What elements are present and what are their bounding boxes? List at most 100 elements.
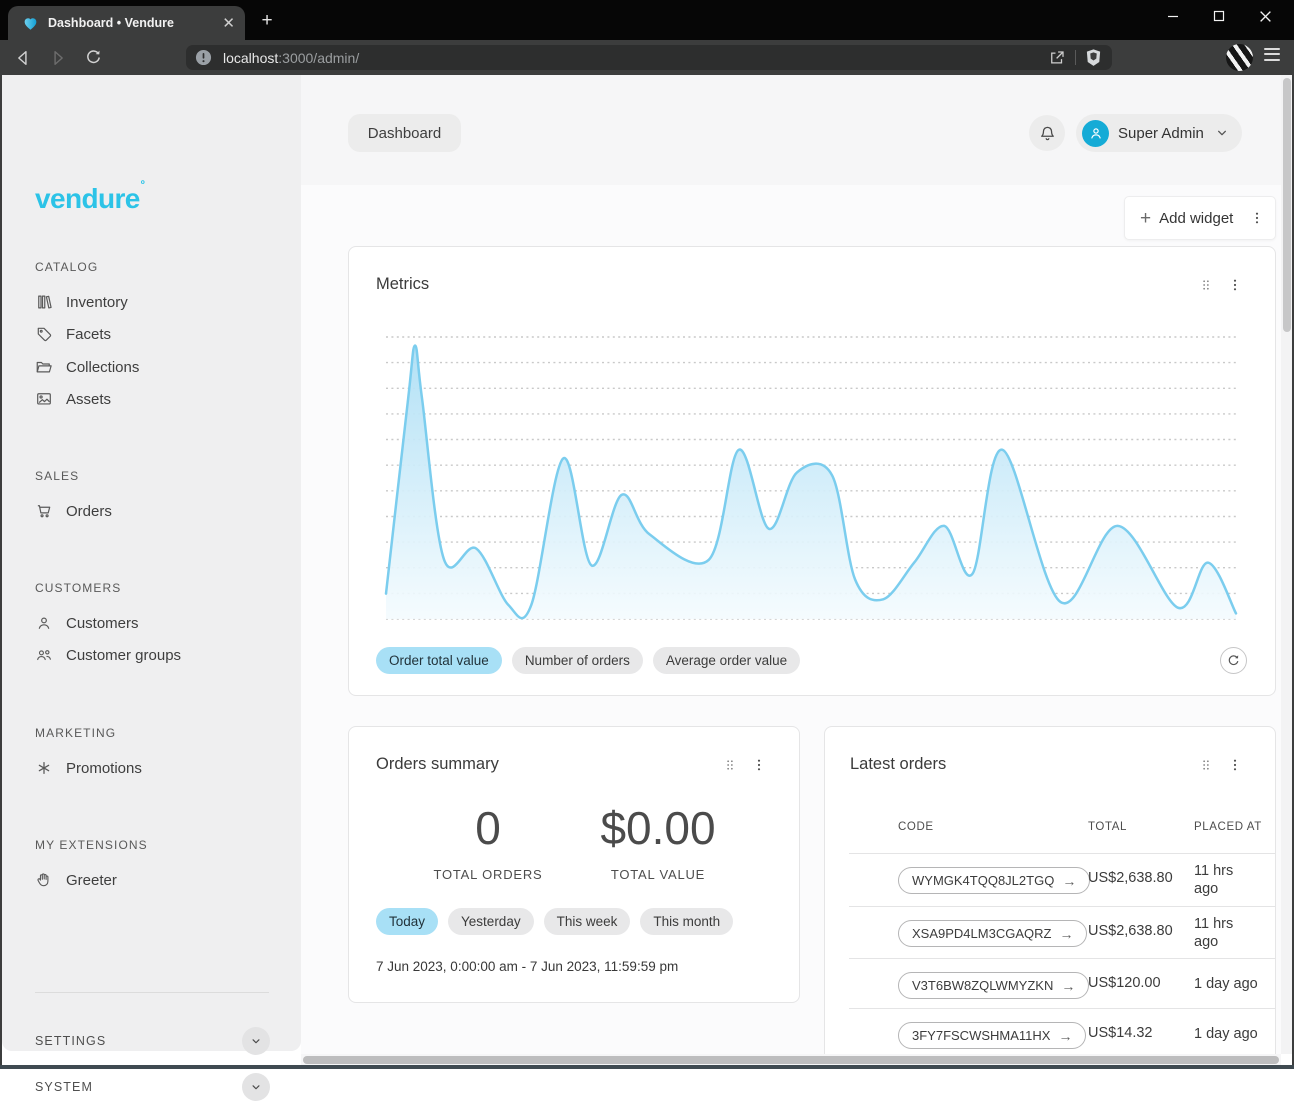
tab-close-icon[interactable]: ✕ (222, 16, 235, 31)
breadcrumb[interactable]: Dashboard (348, 114, 461, 152)
sidebar-section-system[interactable]: SYSTEM (35, 1073, 270, 1101)
reload-button[interactable] (81, 46, 105, 70)
kebab-menu-icon[interactable] (1227, 757, 1243, 773)
arrow-right-icon: → (1062, 873, 1076, 889)
section-label-marketing: MARKETING (35, 726, 116, 740)
widget-title: Latest orders (850, 755, 946, 774)
address-bar[interactable]: localhost:3000/admin/ (186, 45, 1112, 70)
window-maximize-button[interactable] (1213, 10, 1225, 22)
total-orders-stat: 0 TOTAL ORDERS (413, 803, 563, 882)
metric-tab-order-total-value[interactable]: Order total value (376, 647, 502, 674)
kebab-menu-icon[interactable] (1227, 277, 1243, 293)
add-widget-bar: + Add widget (1124, 196, 1276, 240)
sidebar-item-customer-groups[interactable]: Customer groups (35, 643, 181, 667)
metrics-chart (386, 331, 1236, 623)
chevron-down-icon[interactable] (242, 1027, 270, 1055)
section-label-catalog: CATALOG (35, 260, 98, 274)
sidebar-item-label: Customer groups (66, 647, 181, 664)
order-placed-at: 11 hrs ago (1194, 915, 1274, 951)
arrow-right-icon: → (1061, 978, 1075, 994)
sidebar-item-label: Inventory (66, 294, 128, 311)
tag-icon (35, 325, 53, 343)
refresh-icon (1226, 653, 1241, 668)
tab-title: Dashboard • Vendure (48, 16, 222, 30)
browser-tab[interactable]: Dashboard • Vendure ✕ (8, 6, 245, 40)
order-code-button[interactable]: 3FY7FSCWSHMA11HX→ (898, 1022, 1086, 1049)
forward-button[interactable] (46, 46, 70, 70)
kebab-menu-icon[interactable] (1249, 210, 1265, 226)
kebab-menu-icon[interactable] (751, 757, 767, 773)
sidebar-item-label: Orders (66, 503, 112, 520)
sidebar-item-assets[interactable]: Assets (35, 387, 111, 411)
section-label-system: SYSTEM (35, 1080, 93, 1094)
sidebar-item-promotions[interactable]: Promotions (35, 756, 142, 780)
menu-icon[interactable] (1264, 48, 1280, 64)
sidebar-item-inventory[interactable]: Inventory (35, 290, 128, 314)
sidebar-item-customers[interactable]: Customers (35, 611, 139, 635)
sidebar-item-collections[interactable]: Collections (35, 355, 139, 379)
range-chip-yesterday[interactable]: Yesterday (448, 908, 534, 935)
widget-title: Metrics (376, 275, 429, 294)
sidebar: vendure CATALOG Inventory Facets Collect… (2, 75, 301, 1051)
profile-avatar[interactable] (1226, 44, 1253, 71)
column-header-total: TOTAL (1088, 821, 1127, 833)
site-info-icon[interactable] (195, 49, 212, 66)
drag-handle-icon[interactable] (1198, 277, 1214, 293)
metric-tab-number-of-orders[interactable]: Number of orders (512, 647, 643, 674)
section-label-customers: CUSTOMERS (35, 581, 121, 595)
user-icon (35, 614, 53, 632)
window-close-button[interactable] (1259, 10, 1272, 23)
window-edge (0, 1065, 1294, 1069)
sidebar-item-greeter[interactable]: Greeter (35, 868, 117, 892)
user-menu[interactable]: Super Admin (1076, 114, 1242, 152)
browser-tab-strip: Dashboard • Vendure ✕ + (0, 0, 1294, 40)
refresh-button[interactable] (1220, 647, 1247, 674)
arrow-right-icon: → (1058, 1028, 1072, 1044)
back-button[interactable] (11, 46, 35, 70)
sidebar-item-label: Assets (66, 391, 111, 408)
add-widget-button[interactable]: Add widget (1159, 210, 1241, 227)
toolbar-separator (1075, 50, 1076, 65)
vendure-logo: vendure (35, 179, 144, 215)
range-chip-this-week[interactable]: This week (544, 908, 631, 935)
image-icon (35, 390, 53, 408)
date-range-text: 7 Jun 2023, 0:00:00 am - 7 Jun 2023, 11:… (376, 959, 678, 974)
vendure-favicon (22, 15, 39, 31)
vertical-scrollbar-thumb[interactable] (1283, 78, 1291, 332)
order-total: US$120.00 (1088, 975, 1161, 991)
chevron-down-icon[interactable] (242, 1073, 270, 1101)
order-placed-at: 11 hrs ago (1194, 862, 1274, 898)
sidebar-item-facets[interactable]: Facets (35, 322, 111, 346)
drag-handle-icon[interactable] (722, 757, 738, 773)
window-minimize-button[interactable] (1167, 10, 1179, 22)
table-row: V3T6BW8ZQLWMYZKN→ US$120.00 1 day ago (825, 959, 1276, 1011)
sidebar-item-label: Promotions (66, 760, 142, 777)
metrics-widget: Metrics Order total value Number of orde… (348, 246, 1276, 696)
sidebar-divider (35, 992, 269, 993)
column-header-placed-at: PLACED AT (1194, 821, 1262, 833)
sidebar-item-orders[interactable]: Orders (35, 499, 112, 523)
sidebar-item-label: Collections (66, 359, 139, 376)
new-tab-button[interactable]: + (258, 12, 276, 30)
share-icon[interactable] (1048, 49, 1066, 67)
order-code-button[interactable]: V3T6BW8ZQLWMYZKN→ (898, 972, 1089, 999)
chart-area-fill (386, 346, 1236, 620)
metric-tab-average-order-value[interactable]: Average order value (653, 647, 800, 674)
range-chip-this-month[interactable]: This month (640, 908, 733, 935)
user-avatar (1082, 120, 1109, 147)
url-text: localhost:3000/admin/ (223, 50, 1048, 66)
order-code-button[interactable]: WYMGK4TQQ8JL2TGQ→ (898, 867, 1090, 894)
brave-shield-icon[interactable] (1085, 48, 1102, 67)
cart-icon (35, 502, 53, 520)
sidebar-section-settings[interactable]: SETTINGS (35, 1027, 270, 1055)
drag-handle-icon[interactable] (1198, 757, 1214, 773)
notifications-button[interactable] (1029, 115, 1065, 151)
table-row: XSA9PD4LM3CGAQRZ→ US$2,638.80 11 hrs ago (825, 907, 1276, 959)
orders-summary-widget: Orders summary 0 TOTAL ORDERS $0.00 TOTA… (348, 726, 800, 1003)
order-placed-at: 1 day ago (1194, 975, 1274, 993)
total-value-label: TOTAL VALUE (583, 867, 733, 882)
order-code-button[interactable]: XSA9PD4LM3CGAQRZ→ (898, 920, 1087, 947)
users-icon (35, 646, 53, 664)
range-chip-today[interactable]: Today (376, 908, 438, 935)
horizontal-scrollbar-thumb[interactable] (303, 1056, 1279, 1064)
